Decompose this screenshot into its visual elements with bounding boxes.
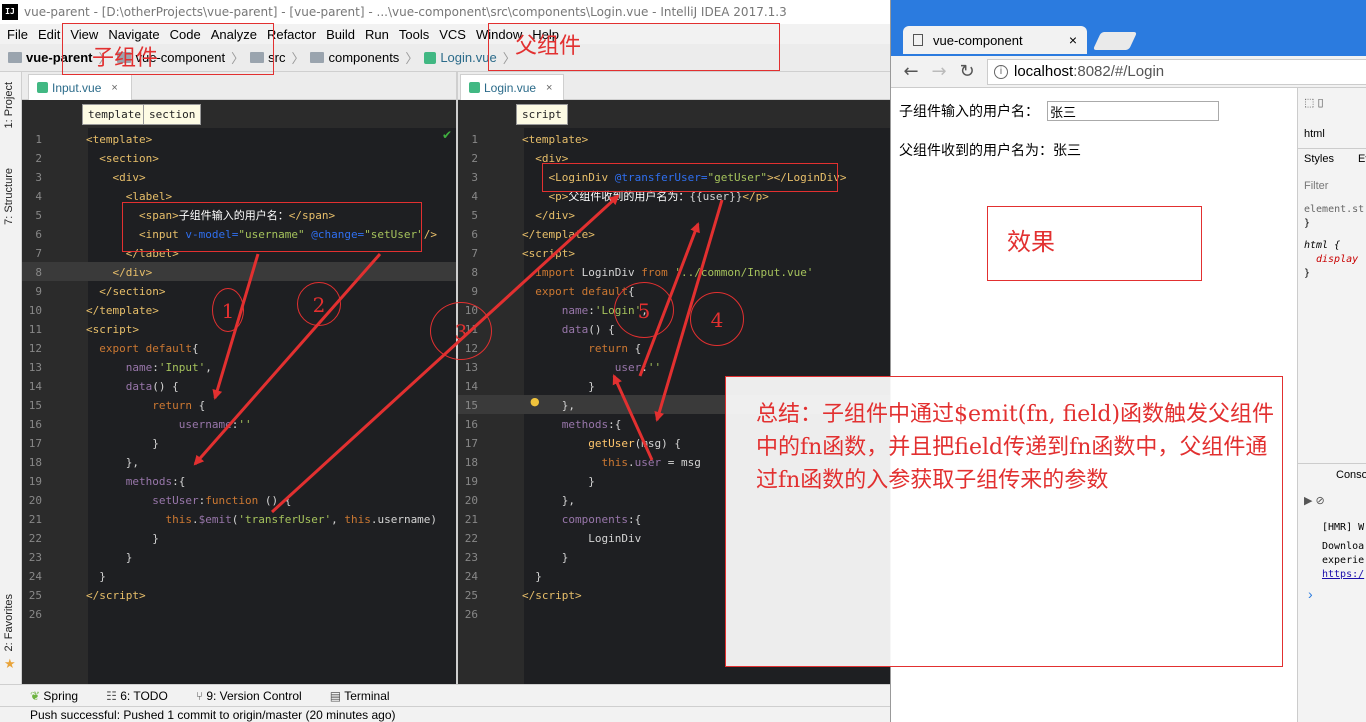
arrow-3 <box>270 194 620 514</box>
arrow-6 <box>612 374 654 461</box>
arrow-5 <box>638 222 700 377</box>
annotation-effect-label: 效果 <box>1007 228 1055 256</box>
arrow-2 <box>193 253 382 466</box>
annotation-summary-text: 总结：子组件中通过$emit(fn, field)函数触发父组件中的fn函数，并… <box>756 402 1275 493</box>
arrow-1 <box>212 253 260 400</box>
